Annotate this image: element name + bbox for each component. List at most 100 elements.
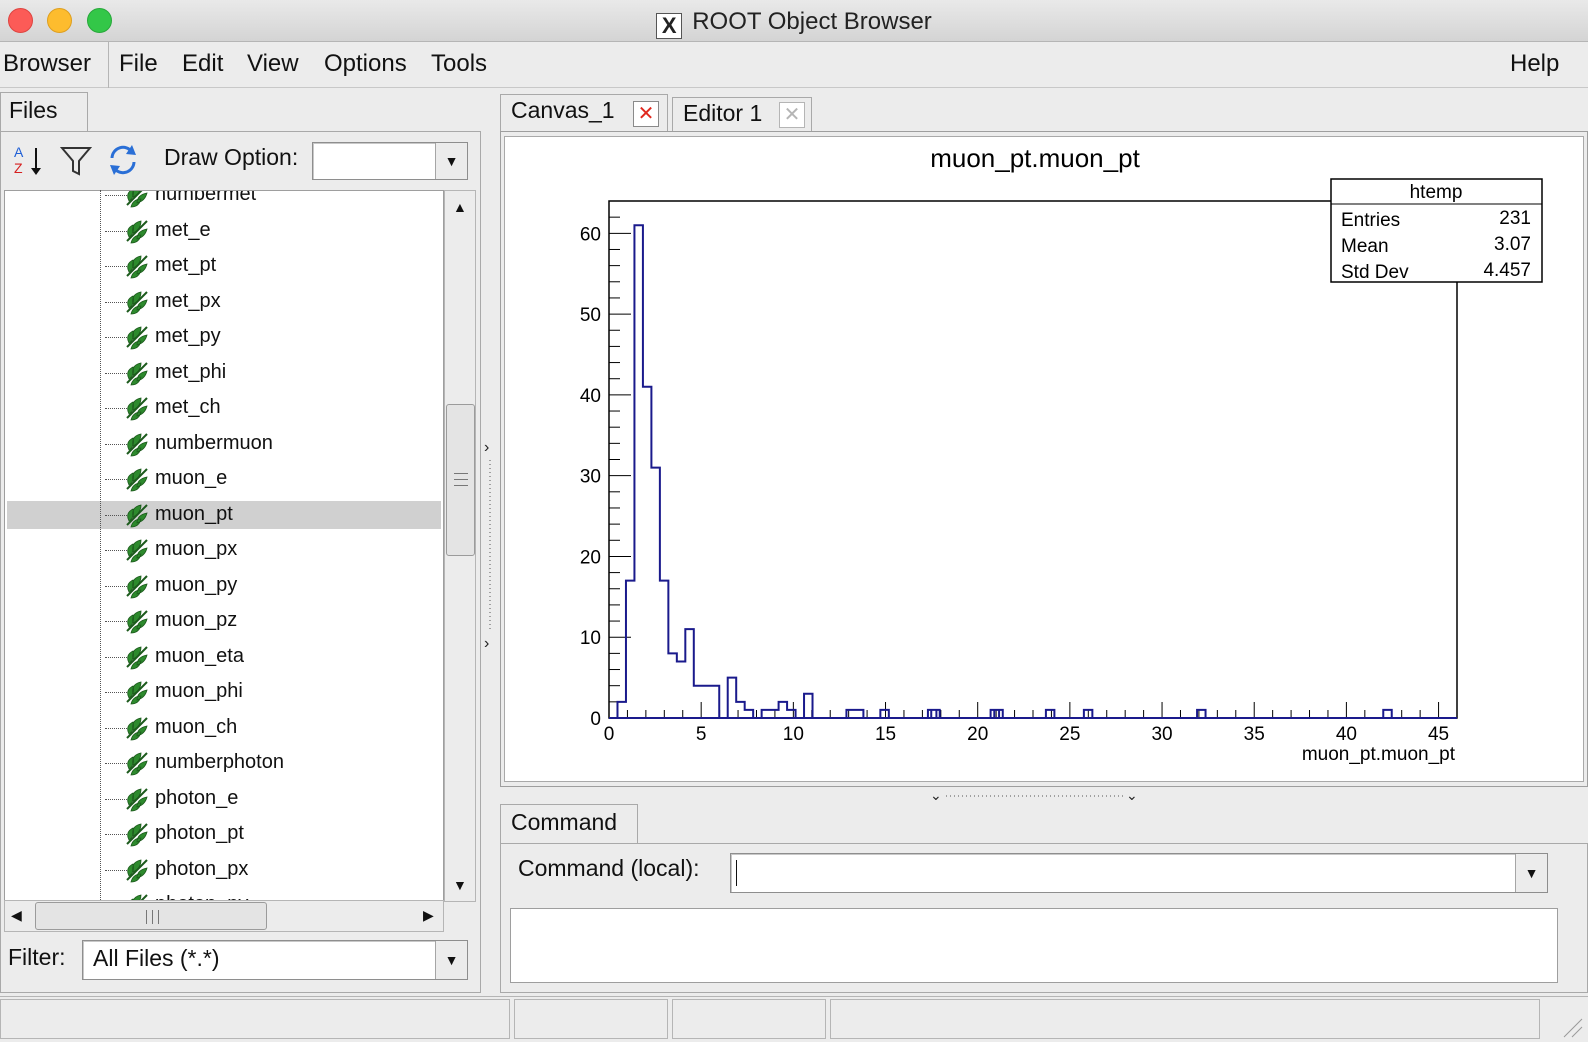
panel-splitter[interactable]: › › <box>484 430 496 660</box>
tree-item[interactable]: muon_pz <box>5 607 443 637</box>
svg-text:⌄: ⌄ <box>930 788 942 802</box>
chevron-down-icon[interactable]: ▼ <box>435 941 467 979</box>
tree-item-label: met_px <box>155 289 221 312</box>
command-label: Command (local): <box>518 855 700 881</box>
stats-box[interactable]: htemp Entries 231 Mean 3.07 Std Dev 4.45… <box>1330 178 1543 283</box>
menu-separator <box>108 42 109 88</box>
tab-editor[interactable]: Editor 1 ✕ <box>672 97 812 132</box>
tree-leaf-icon <box>123 820 151 848</box>
tree-item[interactable]: photon_e <box>5 785 443 815</box>
tree-leaf-icon <box>123 252 151 280</box>
tree-item-label: muon_pz <box>155 609 238 631</box>
scroll-left-icon[interactable]: ◀ <box>11 907 22 924</box>
tree-item[interactable]: met_py <box>5 323 443 353</box>
tree-horizontal-scrollbar[interactable]: ◀ ▶ <box>4 900 444 932</box>
command-output <box>510 908 1558 983</box>
tab-canvas-label: Canvas_1 <box>511 97 615 123</box>
menu-browser[interactable]: Browser <box>3 50 91 78</box>
tree-item[interactable]: photon_px <box>5 856 443 886</box>
stats-entries-label: Entries <box>1341 210 1400 231</box>
refresh-icon[interactable] <box>106 142 140 178</box>
status-cell-4 <box>830 999 1540 1039</box>
tree-item-label: photon_px <box>155 857 249 880</box>
tree-item-label: muon_phi <box>155 680 243 702</box>
tree-vertical-scrollbar[interactable]: ▲ ▼ <box>444 190 476 902</box>
tree-item[interactable]: muon_pt <box>5 500 443 531</box>
tree-item[interactable]: met_px <box>5 288 443 318</box>
tab-command[interactable]: Command <box>500 804 638 844</box>
x11-icon: X <box>656 13 683 39</box>
menu-view[interactable]: View <box>247 50 299 78</box>
tree-item[interactable]: met_pt <box>5 252 443 282</box>
stats-name: htemp <box>1410 182 1463 203</box>
tree-item-label: photon_pt <box>155 822 244 844</box>
close-icon[interactable]: ✕ <box>779 102 805 128</box>
tree-item-label: muon_py <box>155 573 238 596</box>
tree-item[interactable]: muon_eta <box>5 643 443 673</box>
stats-mean-value: 3.07 <box>1494 234 1531 255</box>
menu-file[interactable]: File <box>119 50 158 78</box>
tree-item[interactable]: met_ch <box>5 394 443 424</box>
tree-item[interactable]: muon_py <box>5 572 443 602</box>
horizontal-splitter[interactable]: ⌄ ⌄ <box>930 788 1140 802</box>
chevron-down-icon[interactable]: ▼ <box>1515 854 1547 892</box>
menu-edit[interactable]: Edit <box>182 50 223 78</box>
vertical-scroll-thumb[interactable] <box>446 404 475 556</box>
scroll-up-icon[interactable]: ▲ <box>453 199 467 215</box>
tree-item-label: numbermuon <box>155 431 273 454</box>
menu-bar: Browser File Edit View Options Tools Hel… <box>0 42 1588 88</box>
tree-item[interactable]: met_e <box>5 217 443 247</box>
horizontal-scroll-thumb[interactable] <box>35 902 267 930</box>
resize-grip-icon[interactable] <box>1560 1015 1584 1039</box>
x-tick-label: 40 <box>1336 724 1357 745</box>
window-title-text: ROOT Object Browser <box>692 8 932 35</box>
command-input[interactable]: ▼ <box>730 853 1548 893</box>
filter-value: All Files (*.*) <box>93 945 220 971</box>
file-tree: numbermet met_e met_pt met_px met_py met_phim… <box>4 190 444 902</box>
tree-item[interactable]: numbermuon <box>5 430 443 460</box>
x-tick-label: 20 <box>967 724 988 745</box>
stats-stddev-value: 4.457 <box>1483 260 1531 281</box>
histogram-chart: muon_pt.muon_pt 0 5 10 15 20 25 30 35 40 45 0 10 20 3… <box>580 143 1543 765</box>
tree-item[interactable]: muon_ch <box>5 714 443 744</box>
tree-item-label: muon_e <box>155 467 228 489</box>
tree-item[interactable]: muon_e <box>5 465 443 495</box>
chevron-down-icon[interactable]: ▼ <box>435 143 467 179</box>
tree-leaf-icon <box>123 394 151 422</box>
title-bar: X ROOT Object Browser <box>0 0 1588 42</box>
menu-tools[interactable]: Tools <box>431 50 487 78</box>
stats-mean-label: Mean <box>1341 236 1389 257</box>
scroll-down-icon[interactable]: ▼ <box>453 877 467 893</box>
tree-leaf-icon <box>123 643 151 671</box>
filter-label: Filter: <box>8 944 66 970</box>
menu-help[interactable]: Help <box>1510 50 1559 78</box>
tree-item-label: met_ch <box>155 396 221 418</box>
histogram-canvas[interactable]: muon_pt.muon_pt 0 5 10 15 20 25 30 35 40 45 0 10 20 3… <box>504 136 1584 782</box>
tree-item[interactable]: numberphoton <box>5 749 443 779</box>
svg-text:›: › <box>484 635 489 652</box>
sort-az-icon[interactable]: A Z <box>12 142 46 178</box>
scroll-right-icon[interactable]: ▶ <box>423 907 434 924</box>
tree-leaf-icon <box>123 714 151 742</box>
tree-item[interactable]: numbermet <box>5 191 443 211</box>
filter-combo[interactable]: All Files (*.*) ▼ <box>82 940 468 980</box>
draw-option-combo[interactable]: ▼ <box>312 142 468 180</box>
x-tick-label: 5 <box>696 724 707 745</box>
status-cell-2 <box>514 999 668 1039</box>
tree-item[interactable]: met_phi <box>5 359 443 389</box>
tree-guide-line <box>100 190 101 902</box>
menu-options[interactable]: Options <box>324 50 407 78</box>
plot-frame <box>608 200 1458 719</box>
close-icon[interactable]: ✕ <box>633 101 659 127</box>
tree-leaf-icon <box>123 856 151 884</box>
tab-files[interactable]: Files <box>0 92 88 132</box>
filter-funnel-icon[interactable] <box>60 144 92 178</box>
tree-item[interactable]: muon_px <box>5 536 443 566</box>
svg-text:⌄: ⌄ <box>1126 788 1138 802</box>
tab-canvas[interactable]: Canvas_1 ✕ <box>500 94 668 132</box>
tree-item[interactable]: photon_pt <box>5 820 443 850</box>
tree-item-label: met_phi <box>155 360 227 383</box>
window-title: X ROOT Object Browser <box>0 8 1588 39</box>
tree-item[interactable]: muon_phi <box>5 678 443 708</box>
stats-entries-value: 231 <box>1499 208 1531 229</box>
